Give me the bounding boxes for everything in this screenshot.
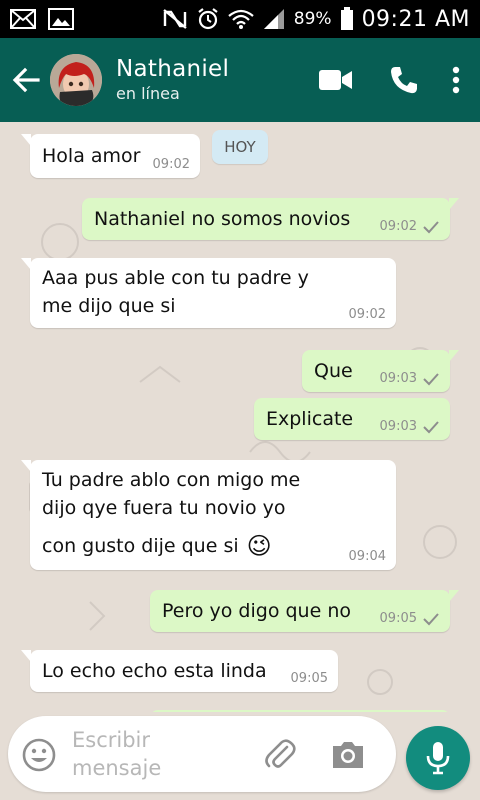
message-text: Que <box>314 360 353 382</box>
message-time: 09:02 <box>348 307 386 322</box>
contact-name[interactable]: Nathaniel <box>116 55 229 83</box>
message-text: Nathaniel no somos novios <box>94 208 351 230</box>
check-icon <box>423 612 439 625</box>
outgoing-message[interactable]: Pero yo digo que no 09:05 <box>150 590 459 632</box>
wink-emoji: 😉 <box>246 532 272 560</box>
placeholder-line: Escribir <box>72 728 151 752</box>
message-text: Pero yo digo que no <box>162 600 351 622</box>
back-arrow-icon <box>12 67 40 93</box>
placeholder-line: mensaje <box>72 756 162 780</box>
outgoing-message[interactable]: Explicate 09:03 <box>254 398 450 440</box>
incoming-message[interactable]: Lo echo echo esta linda 09:05 <box>21 650 338 692</box>
more-vert-icon <box>452 66 460 94</box>
mic-button[interactable] <box>406 726 470 790</box>
check-icon <box>423 420 439 433</box>
message-input[interactable]: Escribir mensaje <box>72 726 192 782</box>
clock: 09:21 AM <box>361 6 470 32</box>
message-time: 09:02 <box>379 219 417 234</box>
check-icon <box>423 220 439 233</box>
message-text: Aaa pus able con tu padre y <box>42 267 309 289</box>
video-call-button[interactable] <box>302 50 370 110</box>
outgoing-message[interactable]: Que 09:03 <box>302 350 459 392</box>
outgoing-message[interactable]: Nathaniel no somos novios 09:02 <box>82 198 459 240</box>
signal-icon <box>262 8 286 30</box>
message-time: 09:05 <box>379 611 417 626</box>
message-time: 09:03 <box>379 419 417 434</box>
check-icon <box>423 372 439 385</box>
incoming-message[interactable]: Tu padre ablo con migo me dijo qye fuera… <box>21 460 396 570</box>
message-list[interactable]: HOY Hola amor 09:02 Nathaniel no somos n… <box>0 122 480 712</box>
message-text: Hola amor <box>42 145 141 167</box>
contact-status: en línea <box>116 84 180 103</box>
camera-icon[interactable] <box>330 738 366 772</box>
back-button[interactable] <box>4 58 48 102</box>
status-bar: 89% 09:21 AM <box>0 0 480 38</box>
emoji-icon[interactable] <box>22 738 56 772</box>
message-time: 09:04 <box>348 549 386 564</box>
avatar[interactable] <box>50 54 102 106</box>
date-chip: HOY <box>212 130 268 164</box>
message-composer[interactable]: Escribir mensaje <box>8 716 396 792</box>
battery-icon <box>340 7 354 31</box>
battery-percent: 89% <box>293 9 332 29</box>
mic-icon <box>426 742 450 775</box>
message-time: 09:05 <box>290 671 328 686</box>
attach-icon[interactable] <box>263 738 297 772</box>
message-line: con gusto dije que si 😉 <box>42 532 272 560</box>
chat-header: Nathaniel en línea <box>0 38 480 122</box>
image-icon <box>48 8 74 30</box>
message-time: 09:02 <box>152 157 190 172</box>
message-time: 09:03 <box>379 371 417 386</box>
incoming-message[interactable]: Aaa pus able con tu padre y me dijo que … <box>21 258 396 328</box>
message-text: me dijo que si <box>42 295 176 317</box>
phone-icon <box>391 67 417 94</box>
incoming-message[interactable]: Hola amor 09:02 <box>21 134 200 178</box>
message-text: dijo qye fuera tu novio yo <box>42 497 286 519</box>
more-options-button[interactable] <box>438 50 474 110</box>
outgoing-message-partial <box>150 710 450 712</box>
voice-call-button[interactable] <box>370 50 438 110</box>
alarm-icon <box>196 7 220 31</box>
message-text: con gusto dije que si <box>42 535 239 557</box>
message-text: Lo echo echo esta linda <box>42 660 267 682</box>
mail-icon <box>10 9 36 29</box>
wifi-icon <box>228 8 254 30</box>
video-call-icon <box>319 70 352 90</box>
mute-icon <box>162 8 188 30</box>
message-text: Tu padre ablo con migo me <box>42 469 301 491</box>
message-text: Explicate <box>266 408 354 430</box>
